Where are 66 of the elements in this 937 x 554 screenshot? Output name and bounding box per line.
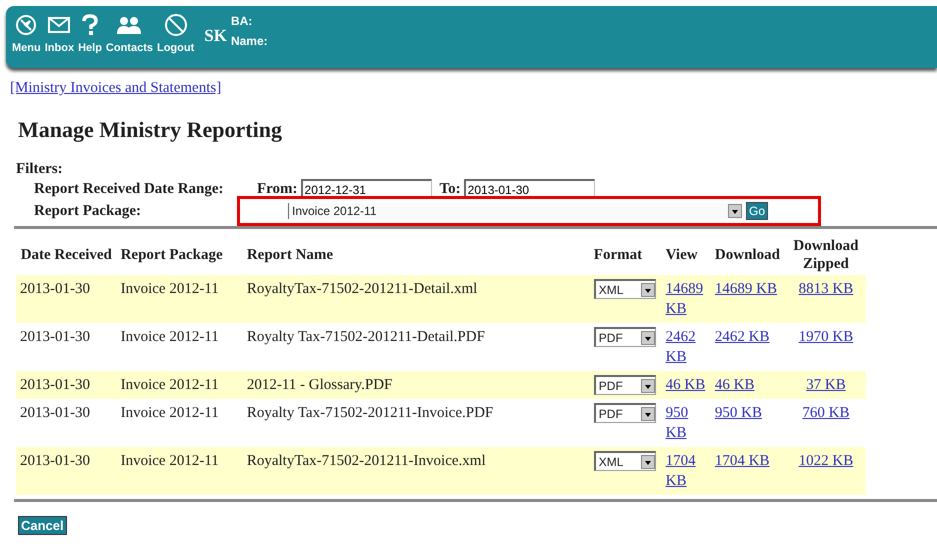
package-cell: Invoice 2012-11 bbox=[116, 371, 243, 399]
date-range-label: Report Received Date Range: bbox=[34, 180, 225, 198]
view-link[interactable]: 950 KB bbox=[666, 403, 707, 443]
nav-button[interactable]: Help bbox=[76, 12, 104, 54]
date-cell: 2013-01-30 bbox=[16, 371, 117, 399]
to-label: To: bbox=[440, 180, 461, 198]
province-code: SK bbox=[204, 26, 227, 46]
download-zipped-link[interactable]: 37 KB bbox=[806, 375, 846, 395]
report-name-cell: 2012-11 - Glossary.PDF bbox=[242, 371, 590, 399]
view-link[interactable]: 1704 KB bbox=[666, 451, 707, 491]
download-zipped-link[interactable]: 1970 KB bbox=[798, 327, 854, 347]
view-link[interactable]: 2462 KB bbox=[666, 327, 707, 367]
people-icon bbox=[116, 15, 142, 35]
name-label: Name: bbox=[230, 34, 268, 48]
nav-button[interactable]: Inbox bbox=[42, 12, 76, 54]
help-icon bbox=[81, 14, 99, 36]
download-link[interactable]: 950 KB bbox=[714, 403, 762, 423]
column-header: Report Name bbox=[242, 235, 590, 275]
package-label: Report Package: bbox=[34, 202, 142, 220]
format-dropdown[interactable]: PDF bbox=[594, 327, 656, 347]
date-cell: 2013-01-30 bbox=[16, 275, 117, 323]
envelope-icon bbox=[47, 15, 72, 35]
column-header: Date Received bbox=[16, 235, 117, 275]
download-link[interactable]: 2462 KB bbox=[714, 327, 770, 347]
package-cell: Invoice 2012-11 bbox=[116, 275, 243, 323]
package-cell: Invoice 2012-11 bbox=[116, 399, 243, 447]
date-cell: 2013-01-30 bbox=[16, 447, 117, 495]
format-dropdown[interactable]: XML bbox=[594, 279, 656, 299]
format-dropdown[interactable]: PDF bbox=[594, 403, 656, 423]
report-name-cell: Royalty Tax-71502-201211-Invoice.PDF bbox=[242, 399, 590, 447]
format-dropdown[interactable]: XML bbox=[594, 451, 656, 471]
to-date-field[interactable]: 2013-01-30 bbox=[464, 179, 595, 199]
download-link[interactable]: 46 KB bbox=[714, 375, 754, 395]
go-button[interactable]: Go bbox=[746, 202, 768, 220]
column-header: Report Package bbox=[116, 235, 243, 275]
date-cell: 2013-01-30 bbox=[16, 323, 117, 371]
report-name-cell: RoyaltyTax-71502-201211-Detail.xml bbox=[242, 275, 590, 323]
prohibited-icon bbox=[164, 13, 188, 37]
view-link[interactable]: 14689 KB bbox=[666, 279, 707, 319]
from-label: From: bbox=[257, 180, 298, 198]
column-header: Format bbox=[590, 235, 662, 275]
column-header: View bbox=[662, 235, 711, 275]
cancel-button[interactable]: Cancel bbox=[18, 516, 67, 535]
package-dropdown[interactable]: Invoice 2012-11 bbox=[288, 203, 742, 219]
filters-heading: Filters: bbox=[16, 161, 64, 178]
column-header: Download Zipped bbox=[786, 235, 866, 275]
download-zipped-link[interactable]: 8813 KB bbox=[798, 279, 854, 299]
view-link[interactable]: 46 KB bbox=[666, 375, 706, 395]
package-cell: Invoice 2012-11 bbox=[116, 447, 243, 495]
ba-label: BA: bbox=[230, 14, 254, 28]
download-zipped-link[interactable]: 760 KB bbox=[802, 403, 850, 423]
report-name-cell: RoyaltyTax-71502-201211-Invoice.xml bbox=[242, 447, 590, 495]
format-dropdown[interactable]: PDF bbox=[594, 375, 656, 395]
nav-button[interactable]: Contacts bbox=[104, 12, 155, 54]
download-zipped-link[interactable]: 1022 KB bbox=[798, 451, 854, 471]
report-name-cell: Royalty Tax-71502-201211-Detail.PDF bbox=[242, 323, 590, 371]
from-date-field[interactable]: 2012-12-31 bbox=[300, 179, 432, 199]
nav-button[interactable]: Menu bbox=[10, 12, 43, 54]
breadcrumb-link[interactable]: [Ministry Invoices and Statements] bbox=[10, 80, 222, 97]
nav-button[interactable]: Logout bbox=[154, 12, 196, 54]
column-header: Download bbox=[710, 235, 786, 275]
date-cell: 2013-01-30 bbox=[16, 399, 117, 447]
download-link[interactable]: 1704 KB bbox=[714, 451, 770, 471]
package-cell: Invoice 2012-11 bbox=[116, 323, 243, 371]
download-link[interactable]: 14689 KB bbox=[714, 279, 777, 299]
page-title: Manage Ministry Reporting bbox=[18, 117, 283, 143]
